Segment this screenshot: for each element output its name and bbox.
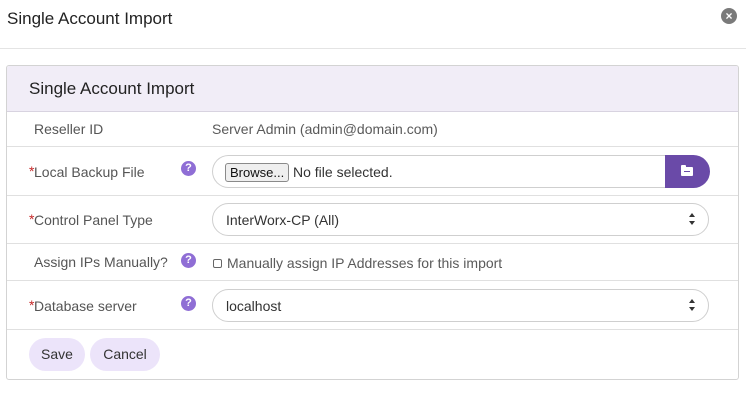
- reseller-label: Reseller ID: [34, 121, 104, 137]
- control-panel-value: InterWorx-CP (All): [226, 212, 340, 228]
- folder-button[interactable]: [665, 155, 710, 188]
- required-mark: *: [29, 163, 35, 179]
- backup-label: * Local Backup File: [29, 163, 145, 180]
- backup-label-text: Local Backup File: [34, 164, 145, 180]
- required-mark: *: [29, 297, 35, 313]
- select-arrows-icon: [689, 213, 696, 227]
- database-label: * Database server: [29, 297, 137, 314]
- select-arrows-icon: [689, 299, 696, 313]
- assign-ips-checkbox[interactable]: [213, 259, 222, 268]
- assign-ips-checkbox-label[interactable]: Manually assign IP Addresses for this im…: [227, 255, 502, 271]
- browse-button[interactable]: Browse...: [225, 163, 290, 182]
- folder-icon: [681, 165, 693, 176]
- control-panel-select[interactable]: InterWorx-CP (All): [212, 203, 709, 236]
- backup-row: * Local Backup File ? Browse... No file …: [7, 147, 738, 196]
- panel-title: Single Account Import: [29, 79, 195, 98]
- help-icon[interactable]: ?: [181, 296, 196, 311]
- panel-header: Single Account Import: [7, 66, 738, 112]
- reseller-row: Reseller ID Server Admin (admin@domain.c…: [7, 112, 738, 147]
- required-mark: *: [29, 211, 35, 227]
- control-panel-row: * Control Panel Type InterWorx-CP (All): [7, 196, 738, 244]
- help-icon[interactable]: ?: [181, 161, 196, 176]
- database-label-text: Database server: [34, 298, 137, 314]
- close-icon[interactable]: ×: [721, 8, 737, 24]
- control-panel-label: * Control Panel Type: [29, 211, 153, 228]
- save-button[interactable]: Save: [29, 338, 85, 371]
- database-row: * Database server ? localhost: [7, 281, 738, 330]
- database-select[interactable]: localhost: [212, 289, 709, 322]
- assign-ips-label: Assign IPs Manually?: [34, 254, 168, 270]
- cancel-button[interactable]: Cancel: [90, 338, 160, 371]
- import-panel: Single Account Import Reseller ID Server…: [6, 65, 739, 380]
- assign-ips-row: Assign IPs Manually? ? Manually assign I…: [7, 244, 738, 281]
- control-panel-label-text: Control Panel Type: [34, 212, 153, 228]
- file-input[interactable]: Browse... No file selected.: [212, 155, 666, 188]
- help-icon[interactable]: ?: [181, 253, 196, 268]
- file-status: No file selected.: [293, 164, 393, 180]
- database-value: localhost: [226, 298, 282, 314]
- reseller-value: Server Admin (admin@domain.com): [212, 121, 438, 137]
- modal-header: Single Account Import ×: [0, 0, 746, 49]
- modal-title: Single Account Import: [7, 9, 173, 28]
